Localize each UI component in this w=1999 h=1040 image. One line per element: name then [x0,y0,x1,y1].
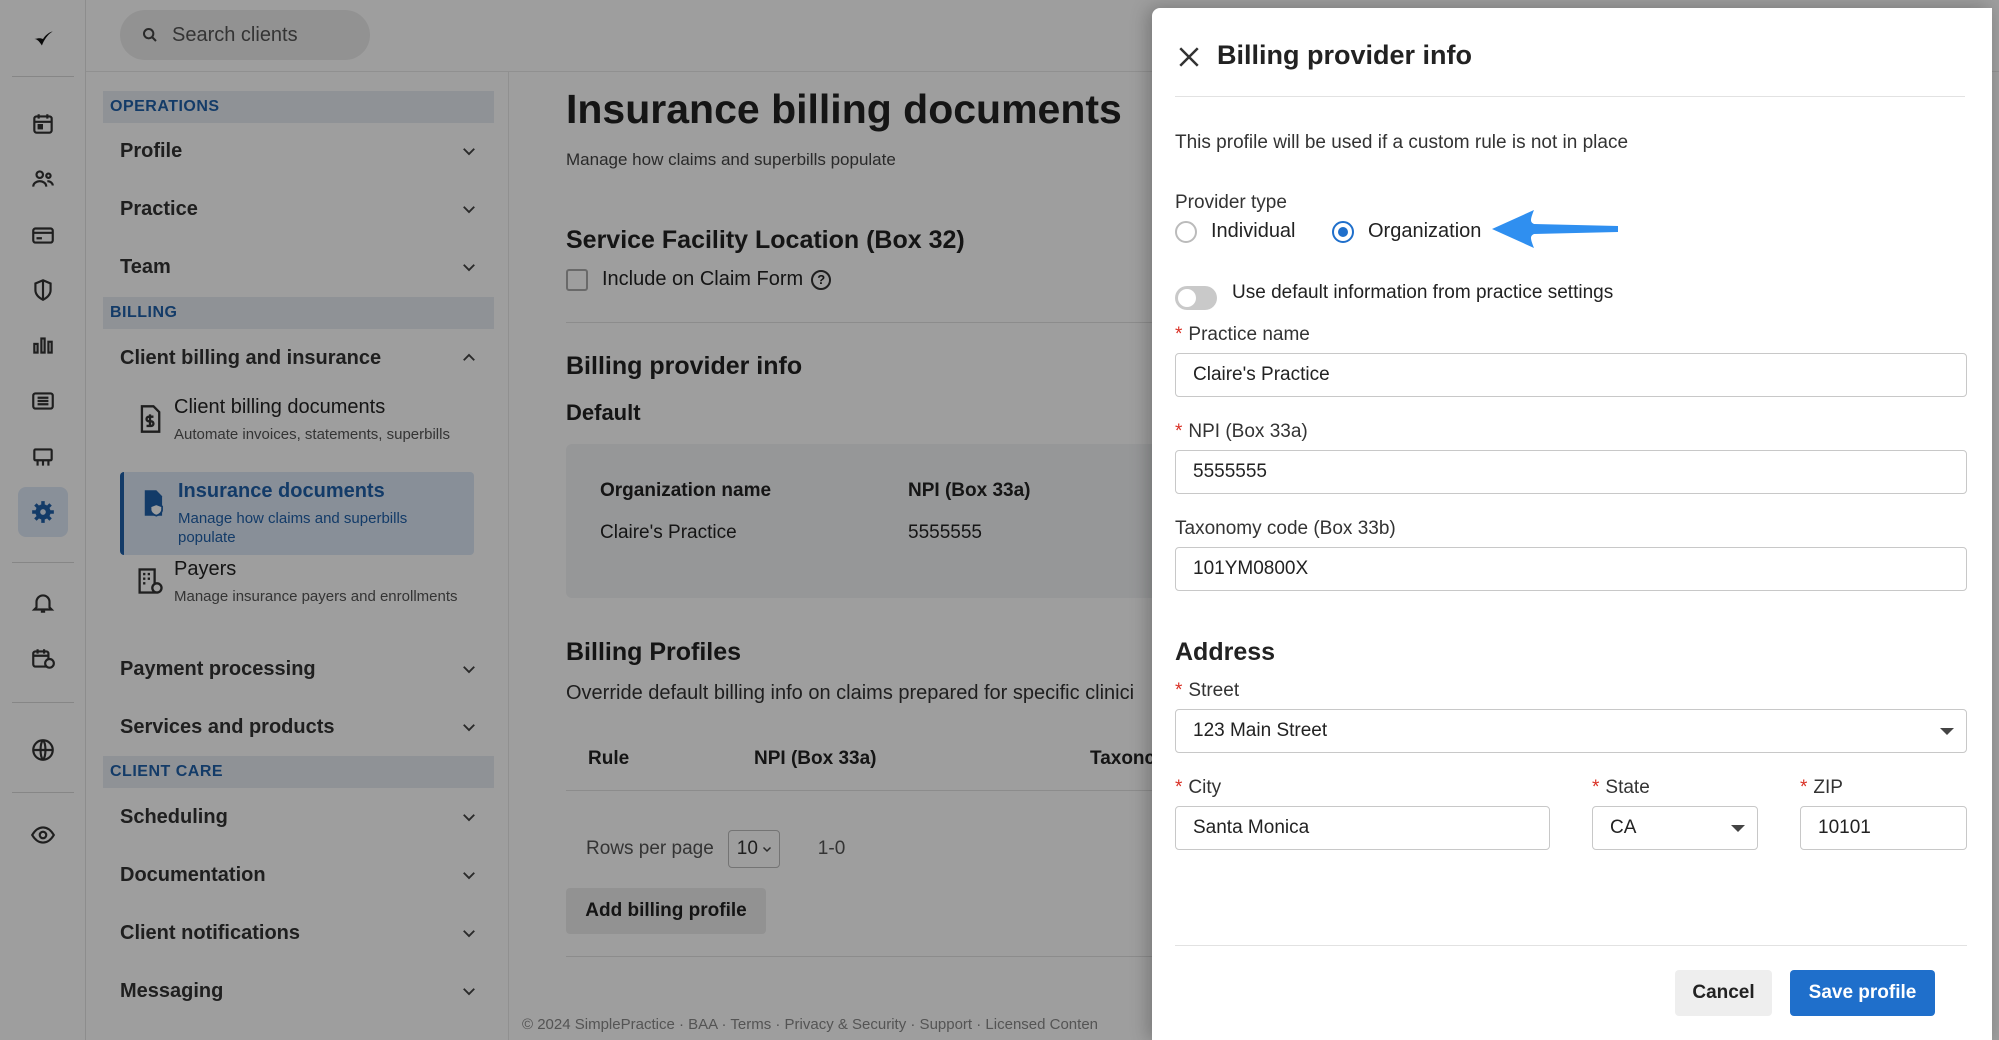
save-profile-button[interactable]: Save profile [1790,970,1935,1016]
dropdown-caret-icon[interactable] [1731,825,1745,832]
divider [1175,96,1965,97]
street-input[interactable] [1176,710,1966,752]
zip-input[interactable] [1801,807,1966,849]
practice-name-field[interactable] [1175,353,1967,397]
label-text: City [1188,777,1222,798]
annotation-arrow-icon [1492,210,1618,248]
required-mark: * [1175,680,1183,701]
practice-name-input[interactable] [1176,354,1966,396]
required-mark: * [1175,421,1183,442]
zip-label: * ZIP [1800,777,1843,799]
taxonomy-input[interactable] [1176,548,1966,590]
npi-input[interactable] [1176,451,1966,493]
practice-name-label: * Practice name [1175,324,1310,346]
label-text: State [1605,777,1650,798]
required-mark: * [1800,777,1808,798]
taxonomy-label: Taxonomy code (Box 33b) [1175,518,1396,539]
provider-type-organization[interactable]: Organization [1332,220,1481,243]
radio-organization[interactable] [1332,220,1354,243]
dropdown-caret-icon[interactable] [1940,728,1954,735]
label-text: Street [1188,680,1240,701]
radio-label: Organization [1368,220,1482,242]
billing-provider-drawer: Billing provider info This profile will … [1152,8,1992,1040]
city-label: * City [1175,777,1221,799]
taxonomy-field[interactable] [1175,547,1967,591]
provider-type-label: Provider type [1175,192,1287,213]
address-heading: Address [1175,638,1276,666]
city-input[interactable] [1176,807,1549,849]
zip-field[interactable] [1800,806,1967,850]
label-text: NPI (Box 33a) [1188,421,1308,442]
use-default-label: Use default information from practice se… [1232,282,1614,303]
drawer-note: This profile will be used if a custom ru… [1175,132,1629,153]
use-default-toggle[interactable] [1175,286,1217,310]
state-label: * State [1592,777,1650,799]
radio-label: Individual [1211,220,1296,242]
provider-type-individual[interactable]: Individual [1175,220,1296,243]
required-mark: * [1175,777,1183,798]
divider [1175,945,1967,946]
required-mark: * [1592,777,1600,798]
street-field[interactable] [1175,709,1967,753]
required-mark: * [1175,324,1183,345]
drawer-title: Billing provider info [1217,40,1472,70]
label-text: ZIP [1813,777,1843,798]
state-select[interactable] [1592,806,1758,850]
street-label: * Street [1175,680,1239,702]
npi-label: * NPI (Box 33a) [1175,421,1308,443]
cancel-button[interactable]: Cancel [1675,970,1772,1016]
npi-field[interactable] [1175,450,1967,494]
radio-individual[interactable] [1175,220,1197,243]
label-text: Practice name [1188,324,1310,345]
city-field[interactable] [1175,806,1550,850]
close-icon[interactable] [1174,42,1204,72]
